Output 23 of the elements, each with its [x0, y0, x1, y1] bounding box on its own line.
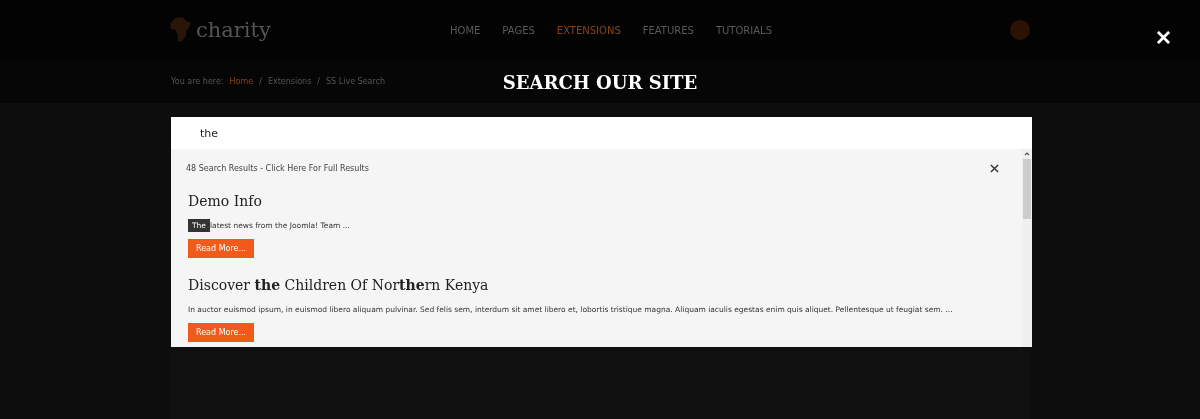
- continent-icon: [170, 16, 192, 44]
- nav-link[interactable]: EXTENSIONS: [556, 24, 621, 36]
- scrollbar[interactable]: [1022, 149, 1032, 347]
- nav-link[interactable]: FEATURES: [642, 24, 694, 36]
- nav-link[interactable]: TUTORIALS: [715, 24, 772, 36]
- site-logo[interactable]: charity: [196, 18, 271, 42]
- read-more-button[interactable]: Read More...: [188, 323, 255, 342]
- breadcrumb-item: /: [317, 77, 321, 86]
- result-title[interactable]: Demo Info: [188, 193, 1007, 209]
- overlay-title: SEARCH OUR SITE: [502, 72, 698, 93]
- scrollbar-thumb[interactable]: [1023, 159, 1031, 219]
- read-more-button[interactable]: Read More...: [188, 239, 255, 258]
- breadcrumb-item: SS Live Search: [326, 77, 386, 86]
- breadcrumb-label: You are here:: [171, 77, 224, 86]
- nav-link[interactable]: PAGES: [502, 24, 535, 36]
- breadcrumb-item: Extensions: [267, 77, 312, 86]
- breadcrumb-item: /: [259, 77, 262, 86]
- search-field[interactable]: the: [171, 117, 1032, 149]
- result-title[interactable]: Discover the Children Of Northern Kenya: [188, 277, 1007, 293]
- close-icon[interactable]: [990, 164, 999, 173]
- results-summary-link[interactable]: 48 Search Results - Click Here For Full Results: [186, 164, 369, 173]
- breadcrumb-item[interactable]: Home: [229, 77, 254, 86]
- nav-link[interactable]: HOME: [450, 24, 481, 36]
